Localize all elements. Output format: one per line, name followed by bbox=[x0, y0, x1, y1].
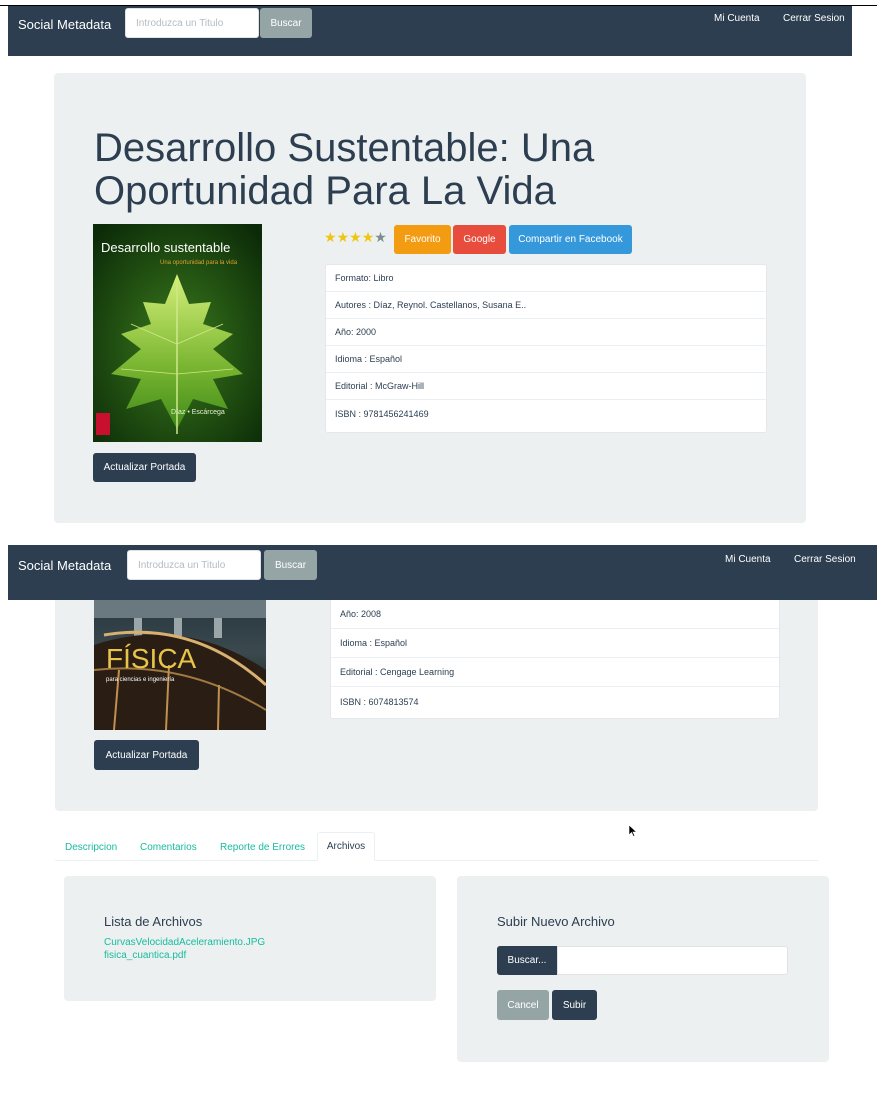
tab-comentarios[interactable]: Comentarios bbox=[140, 842, 197, 853]
book-title-line-1: Desarrollo Sustentable: Una bbox=[94, 126, 595, 170]
update-cover-button[interactable]: Actualizar Portada bbox=[93, 453, 196, 482]
detail-publisher: Editorial : McGraw-Hill bbox=[326, 373, 766, 400]
detail-isbn: ISBN : 9781456241469 bbox=[335, 408, 429, 419]
search-placeholder-2: Introduzca un Titulo bbox=[138, 559, 226, 571]
navbar-2: Social Metadata Introduzca un Titulo Bus… bbox=[8, 545, 877, 600]
tab-descripcion[interactable]: Descripcion bbox=[65, 842, 117, 853]
logout-link[interactable]: Cerrar Sesion bbox=[783, 13, 845, 24]
book-title-line-2: Oportunidad Para La Vida bbox=[94, 169, 556, 213]
my-account-link-2[interactable]: Mi Cuenta bbox=[725, 554, 771, 565]
cancel-button[interactable]: Cancel bbox=[497, 990, 549, 1020]
search-input-2[interactable]: Introduzca un Titulo bbox=[127, 550, 261, 580]
file-list-well: Lista de Archivos CurvasVelocidadAcelera… bbox=[64, 876, 436, 1001]
favorite-button[interactable]: Favorito bbox=[394, 225, 451, 254]
detail-authors: Autores : Díaz, Reynol. Castellanos, Sus… bbox=[326, 292, 766, 319]
detail-2-isbn: ISBN : 6074813574 bbox=[340, 696, 419, 707]
star-filled-icon[interactable]: ★ bbox=[349, 230, 362, 244]
cover-subtitle: Una oportunidad para la vida bbox=[160, 260, 238, 266]
star-rating[interactable]: ★ ★ ★ ★ ★ bbox=[324, 230, 387, 244]
star-filled-icon[interactable]: ★ bbox=[324, 230, 337, 244]
tab-reporte-errores[interactable]: Reporte de Errores bbox=[220, 842, 305, 853]
facebook-share-button[interactable]: Compartir en Facebook bbox=[509, 225, 632, 254]
search-placeholder: Introduzca un Titulo bbox=[136, 17, 224, 29]
star-filled-icon[interactable]: ★ bbox=[337, 230, 350, 244]
upload-heading: Subir Nuevo Archivo bbox=[497, 914, 615, 929]
search-button[interactable]: Buscar bbox=[260, 8, 312, 38]
file-link-1[interactable]: CurvasVelocidadAceleramiento.JPG bbox=[104, 936, 265, 949]
browse-button[interactable]: Buscar... bbox=[497, 946, 557, 975]
book-title: Desarrollo Sustentable: Una Oportunidad … bbox=[94, 127, 794, 213]
file-path-input[interactable] bbox=[557, 946, 788, 975]
cover-2-title: FÍSICA bbox=[106, 643, 197, 674]
book-details-panel: Formato: Libro Autores : Díaz, Reynol. C… bbox=[325, 264, 767, 433]
mouse-cursor-icon bbox=[629, 825, 637, 837]
navbar: Social Metadata Introduzca un Titulo Bus… bbox=[8, 6, 852, 56]
cover-title: Desarrollo sustentable bbox=[101, 240, 230, 255]
tab-archivos[interactable]: Archivos bbox=[317, 832, 375, 861]
star-empty-icon[interactable]: ★ bbox=[374, 230, 387, 244]
book-2-details-panel: Año: 2008 Idioma : Español Editorial : C… bbox=[330, 600, 780, 719]
logout-link-2[interactable]: Cerrar Sesion bbox=[794, 554, 856, 565]
my-account-link[interactable]: Mi Cuenta bbox=[714, 13, 760, 24]
file-link-2[interactable]: fisica_cuantica.pdf bbox=[104, 949, 186, 962]
submit-button[interactable]: Subir bbox=[552, 990, 597, 1020]
brand[interactable]: Social Metadata bbox=[18, 17, 111, 32]
cover-2-subtitle: para ciencias e ingeniería bbox=[106, 677, 175, 683]
book-cover: Desarrollo sustentable Una oportunidad p… bbox=[93, 224, 262, 442]
tab-archivos-label: Archivos bbox=[326, 841, 366, 852]
book-jumbotron: Desarrollo Sustentable: Una Oportunidad … bbox=[54, 73, 806, 523]
search-input[interactable]: Introduzca un Titulo bbox=[125, 8, 259, 38]
search-button-2[interactable]: Buscar bbox=[264, 550, 317, 580]
star-filled-icon[interactable]: ★ bbox=[362, 230, 375, 244]
detail-2-year: Año: 2008 bbox=[331, 600, 779, 629]
detail-year: Año: 2000 bbox=[326, 319, 766, 346]
tabs-bar bbox=[55, 860, 818, 861]
cover-authors: Díaz • Escárcega bbox=[171, 409, 225, 416]
detail-2-language: Idioma : Español bbox=[331, 629, 779, 658]
update-cover-button-2[interactable]: Actualizar Portada bbox=[94, 740, 199, 770]
detail-format: Formato: Libro bbox=[326, 265, 766, 292]
detail-language: Idioma : Español bbox=[326, 346, 766, 373]
brand-2[interactable]: Social Metadata bbox=[18, 558, 111, 573]
book-jumbotron-2: FÍSICA para ciencias e ingeniería Año: 2… bbox=[55, 575, 818, 811]
upload-well: Subir Nuevo Archivo Buscar... Cancel Sub… bbox=[457, 876, 829, 1062]
file-list-heading: Lista de Archivos bbox=[104, 914, 203, 929]
detail-2-publisher: Editorial : Cengage Learning bbox=[331, 658, 779, 687]
google-button[interactable]: Google bbox=[453, 225, 506, 254]
